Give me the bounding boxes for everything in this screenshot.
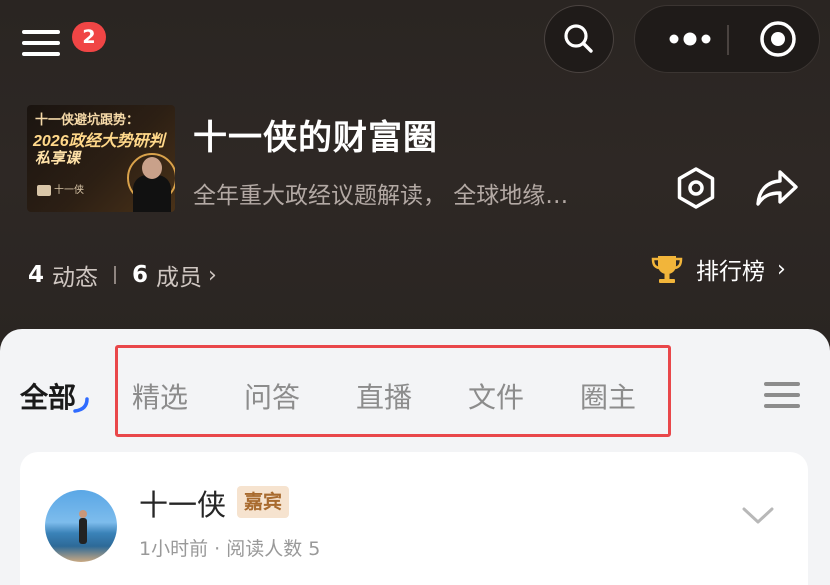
settings-button[interactable] — [674, 166, 718, 210]
members-count: 6 — [132, 262, 149, 288]
cover-logo: 十一侠 — [37, 181, 97, 196]
tab-menu-icon-bar — [764, 404, 800, 408]
active-tab-indicator — [73, 397, 89, 413]
cover-portrait — [127, 153, 175, 212]
share-button[interactable] — [754, 166, 800, 210]
notification-badge: 2 — [72, 22, 106, 52]
tab-files[interactable]: 文件 — [468, 376, 524, 416]
leaderboard-link[interactable]: 排行榜 › — [650, 252, 786, 286]
tab-featured[interactable]: 精选 — [132, 376, 188, 416]
chevron-right-icon: › — [208, 262, 217, 288]
avatar-figure-head — [79, 510, 87, 518]
search-button[interactable] — [544, 5, 614, 73]
avatar-figure — [79, 518, 87, 544]
settings-hexagon-icon — [677, 167, 715, 209]
stats-divider — [114, 266, 117, 284]
share-arrow-icon — [756, 170, 798, 206]
tab-owner[interactable]: 圈主 — [580, 376, 636, 416]
play-icon — [37, 184, 51, 196]
menu-icon-bar — [22, 41, 60, 45]
circle-description[interactable]: 全年重大政经议题解读， 全球地缘… — [193, 176, 618, 210]
guest-badge: 嘉宾 — [237, 486, 290, 518]
close-button[interactable] — [743, 6, 813, 72]
menu-icon — [22, 30, 60, 34]
menu-icon-bar — [22, 52, 60, 56]
tab-live[interactable]: 直播 — [356, 376, 412, 416]
avatar[interactable] — [45, 490, 117, 562]
circle-title: 十一侠的财富圈 — [193, 118, 438, 158]
circle-cover-image[interactable]: 十一侠避坑跟势： 2026政经大势研判 私享课 十一侠 — [27, 105, 175, 212]
tab-menu-button[interactable] — [764, 378, 802, 412]
portrait-body — [133, 175, 171, 212]
tab-menu-icon — [764, 382, 800, 386]
post-author-name[interactable]: 十一侠 — [139, 482, 226, 524]
posts-count: 4 — [28, 262, 45, 288]
trophy-icon — [651, 256, 683, 283]
cover-text-line3: 私享课 — [35, 150, 81, 167]
leaderboard-label: 排行榜 — [696, 259, 765, 285]
chevron-down-icon — [742, 507, 774, 524]
menu-button[interactable]: 2 — [22, 22, 106, 56]
cover-text-line1: 十一侠避坑跟势： — [35, 112, 140, 127]
tab-menu-icon-bar — [764, 393, 800, 397]
chevron-right-icon: › — [777, 256, 786, 282]
capsule-divider — [727, 25, 729, 55]
members-label: 成员 — [156, 265, 203, 291]
portrait-head — [142, 157, 162, 179]
circle-stats[interactable]: 4 动态 6 成员 › — [28, 258, 217, 292]
expand-button[interactable] — [738, 500, 778, 530]
tab-all[interactable]: 全部 — [20, 376, 76, 416]
posts-label: 动态 — [52, 265, 99, 291]
more-dots-icon — [669, 32, 711, 46]
cover-logo-text: 十一侠 — [54, 185, 84, 196]
tab-qa[interactable]: 问答 — [244, 376, 300, 416]
post-meta: 1小时前 · 阅读人数 5 — [139, 538, 321, 560]
search-icon — [564, 24, 593, 53]
mini-program-capsule — [634, 5, 820, 73]
more-button[interactable] — [655, 6, 725, 72]
close-target-icon — [760, 21, 796, 57]
